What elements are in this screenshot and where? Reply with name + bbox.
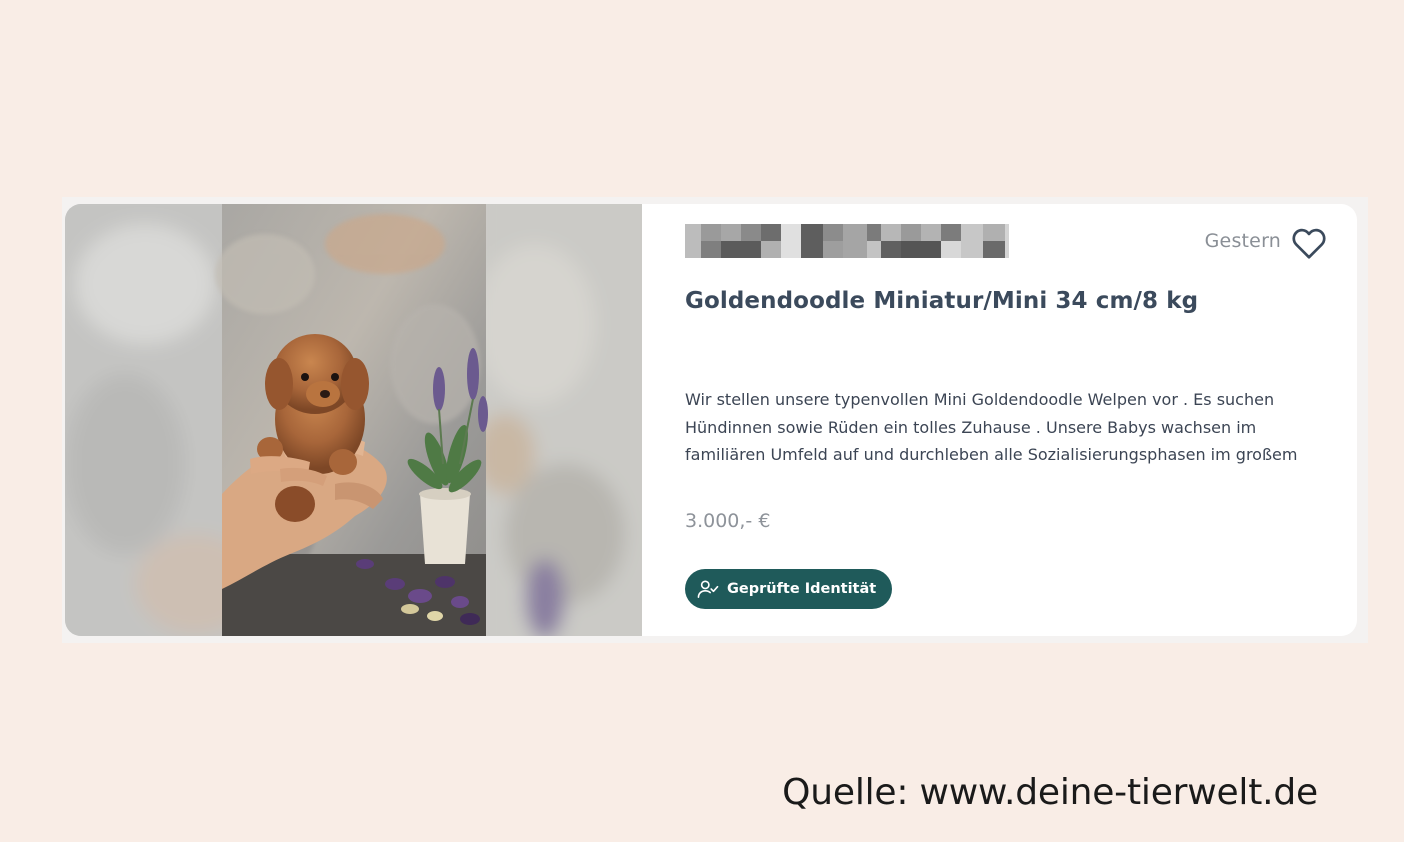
listing-card[interactable]: Gestern Goldendoodle Miniatur/Mini 34 cm…: [65, 204, 1357, 636]
listing-title[interactable]: Goldendoodle Miniatur/Mini 34 cm/8 kg: [685, 288, 1198, 314]
listing-photo[interactable]: [65, 204, 642, 636]
listing-description: Wir stellen unsere typenvollen Mini Gold…: [685, 390, 1298, 464]
verified-identity-badge[interactable]: Geprüfte Identität: [685, 569, 893, 609]
listing-price: 3.000,- €: [685, 510, 771, 532]
source-caption: Quelle: www.deine-tierwelt.de: [782, 772, 1318, 813]
listing-content: Gestern Goldendoodle Miniatur/Mini 34 cm…: [642, 204, 1357, 636]
puppy-photo-image: [65, 204, 642, 636]
heart-icon: [1292, 228, 1326, 259]
listing-date: Gestern: [1204, 230, 1281, 252]
favorite-button[interactable]: [1291, 226, 1327, 260]
user-check-icon: [697, 580, 719, 598]
pixelated-seller-name: [685, 224, 1009, 258]
badge-label: Geprüfte Identität: [727, 581, 877, 597]
